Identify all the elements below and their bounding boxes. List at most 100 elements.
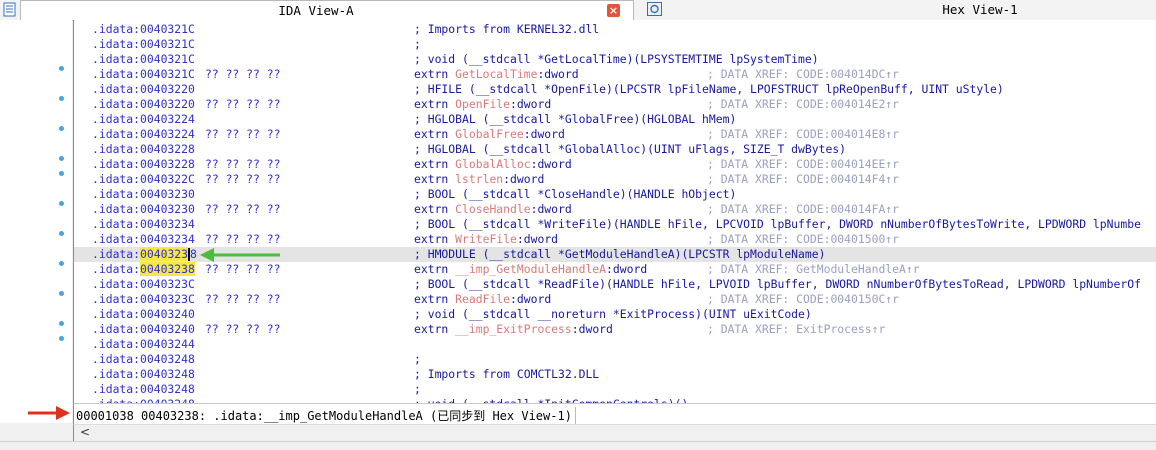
line-code: ; [414,352,421,367]
xref-comment[interactable]: ; DATA XREF: CODE:004014F4↑r [707,172,899,187]
tab-ida-view-a[interactable]: IDA View-A × [20,0,634,20]
listing-line[interactable]: .idata:00403230 ?? ?? ?? ?? extrn CloseHan… [74,202,1156,217]
listing-line[interactable]: .idata:0040323C ; BOOL (__stdcall *ReadFi… [74,277,1156,292]
listing-line[interactable]: .idata:00403220 ; HFILE (__stdcall *OpenF… [74,82,1156,97]
listing-icon[interactable] [3,2,19,17]
line-address[interactable]: .idata:0040321C [92,37,195,52]
line-address[interactable]: .idata:00403228 [92,142,195,157]
status-text: 00001038 00403238: .idata:__imp_GetModul… [76,407,576,424]
tab-hex-view-1[interactable]: Hex View-1 [640,0,1156,20]
listing-line[interactable]: .idata:00403224 ?? ?? ?? ?? extrn GlobalFr… [74,127,1156,142]
breakpoint-dot[interactable] [59,126,64,131]
symbol-name[interactable]: lstrlen [455,172,503,186]
line-address[interactable]: .idata:00403220 [92,82,195,97]
xref-comment[interactable]: ; DATA XREF: CODE:004014FA↑r [707,202,899,217]
listing-line[interactable]: .idata:00403248; [74,382,1156,397]
line-address[interactable]: .idata:00403224 [92,127,195,142]
line-address[interactable]: .idata:00403248 [92,352,195,367]
symbol-name[interactable]: ReadFile [455,292,510,306]
line-address[interactable]: .idata:0040321C [92,67,195,82]
code-text: ; HGLOBAL (__stdcall *GlobalAlloc)(UINT … [414,142,847,156]
listing-line[interactable]: .idata:0040323C ?? ?? ?? ?? extrn ReadFile… [74,292,1156,307]
listing-line[interactable]: .idata:00403248 ; Imports from COMCTL32.D… [74,367,1156,382]
breakpoint-dot[interactable] [59,156,64,161]
listing-line[interactable]: .idata:0040321C ?? ?? ?? ?? extrn GetLocal… [74,67,1156,82]
symbol-name[interactable]: __imp_ExitProcess [455,322,572,336]
breakpoint-dot[interactable] [59,201,64,206]
line-address[interactable]: .idata:00403248 [92,382,195,397]
scroll-left-icon[interactable]: < [80,425,90,439]
symbol-name[interactable]: __imp_GetModuleHandleA [455,262,606,276]
horizontal-scrollbar[interactable]: < [73,424,1156,441]
symbol-type: :dword [510,292,552,306]
close-icon[interactable]: × [607,4,620,17]
breakpoint-dot[interactable] [59,291,64,296]
listing-line[interactable]: .idata:0040321C ; void (__stdcall *GetLoc… [74,52,1156,67]
symbol-name[interactable]: CloseHandle [455,202,530,216]
listing-line[interactable]: .idata:00403224 ; HGLOBAL (__stdcall *Glo… [74,112,1156,127]
breakpoint-dot[interactable] [59,171,64,176]
listing-line[interactable]: .idata:00403228 ?? ?? ?? ?? extrn GlobalAl… [74,157,1156,172]
symbol-name[interactable]: GetLocalTime [455,67,537,81]
xref-comment[interactable]: ; DATA XREF: CODE:004014DC↑r [707,67,899,82]
line-address[interactable]: .idata:00403228 [92,157,195,172]
line-address[interactable]: .idata:00403220 [92,97,195,112]
xref-comment[interactable]: ; DATA XREF: GetModuleHandleA↑r [707,262,920,277]
xref-comment[interactable]: ; DATA XREF: CODE:004014E2↑r [707,97,899,112]
xref-comment[interactable]: ; DATA XREF: CODE:004014EE↑r [707,157,899,172]
line-address[interactable]: .idata:0040321C [92,52,195,67]
symbol-name[interactable]: OpenFile [455,97,510,111]
breakpoint-dot[interactable] [59,336,64,341]
line-address[interactable]: .idata:0040323C [92,292,195,307]
line-address[interactable]: .idata:0040322C [92,172,195,187]
listing-line[interactable]: .idata:00403220 ?? ?? ?? ?? extrn OpenFile… [74,97,1156,112]
breakpoint-dot[interactable] [59,66,64,71]
breakpoint-dot[interactable] [59,321,64,326]
listing-line[interactable]: .idata:0040321C; [74,37,1156,52]
line-address[interactable]: .idata:00403238 [92,262,195,277]
listing-line[interactable]: .idata:00403248; [74,352,1156,367]
line-address[interactable]: .idata:00403240 [92,322,195,337]
breakpoint-dot[interactable] [59,96,64,101]
line-address[interactable]: .idata:00403240 [92,307,195,322]
symbol-name[interactable]: GlobalAlloc [455,157,530,171]
line-address[interactable]: .idata:0040323C [92,277,195,292]
xref-comment[interactable]: ; DATA XREF: CODE:004014E8↑r [707,127,899,142]
listing-line[interactable]: .idata:00403228 ; HGLOBAL (__stdcall *Glo… [74,142,1156,157]
line-address[interactable]: .idata:00403224 [92,112,195,127]
line-code: ; [414,37,421,52]
line-address[interactable]: .idata:00403248 [92,367,195,382]
listing-line[interactable]: .idata:00403230 ; BOOL (__stdcall *CloseH… [74,187,1156,202]
line-address[interactable]: .idata:00403230 [92,187,195,202]
xref-comment[interactable]: ; DATA XREF: ExitProcess↑r [707,322,885,337]
line-address[interactable]: .idata:00403234 [92,217,195,232]
line-bytes: ?? ?? ?? ?? [205,67,281,81]
xref-comment[interactable]: ; DATA XREF: CODE:00401500↑r [707,232,899,247]
line-address[interactable]: .idata:00403234 [92,232,195,247]
disassembly-listing[interactable]: .idata:0040321C ; Imports from KERNEL32.d… [73,20,1156,403]
line-address[interactable]: .idata:0040321C [92,22,195,37]
listing-line[interactable]: .idata:00403234 ; BOOL (__stdcall *WriteF… [74,217,1156,232]
code-text: ; [414,37,421,51]
code-text: ; BOOL (__stdcall *CloseHandle)(HANDLE h… [414,187,737,201]
listing-line[interactable]: .idata:00403244 [74,337,1156,352]
line-code: ; void (__stdcall *GetLocalTime)(LPSYSTE… [414,52,819,67]
line-address[interactable]: .idata:00403244 [92,337,195,352]
address-highlight: 0040323 [140,247,189,261]
symbol-name[interactable]: GlobalFree [455,127,524,141]
line-bytes: ?? ?? ?? ?? [205,157,281,171]
line-address[interactable]: .idata:00403238 [92,247,197,262]
symbol-name[interactable]: WriteFile [455,232,517,246]
breakpoint-dot[interactable] [59,231,64,236]
line-address[interactable]: .idata:00403230 [92,202,195,217]
line-code: ; BOOL (__stdcall *CloseHandle)(HANDLE h… [414,187,736,202]
listing-line[interactable]: .idata:00403240 ?? ?? ?? ?? extrn __imp_Ex… [74,322,1156,337]
code-text: extrn [414,322,456,336]
line-code: ; Imports from KERNEL32.dll [414,22,599,37]
xref-comment[interactable]: ; DATA XREF: CODE:0040150C↑r [707,292,899,307]
listing-line[interactable]: .idata:00403240 ; void (__stdcall __noret… [74,307,1156,322]
listing-line[interactable]: .idata:0040321C ; Imports from KERNEL32.d… [74,22,1156,37]
breakpoint-dot[interactable] [59,261,64,266]
listing-line[interactable]: .idata:0040322C ?? ?? ?? ?? extrn lstrlen:… [74,172,1156,187]
line-code: ; BOOL (__stdcall *ReadFile)(HANDLE hFil… [414,277,1141,292]
